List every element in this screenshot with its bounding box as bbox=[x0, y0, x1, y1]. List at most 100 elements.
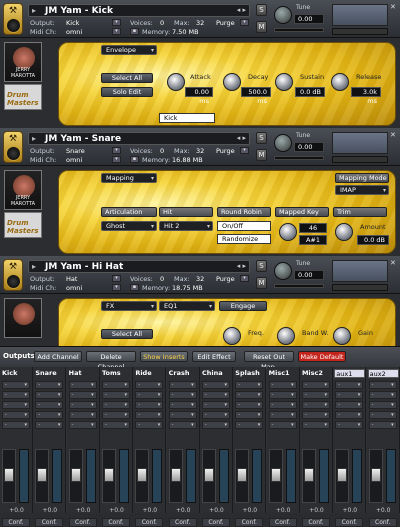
insert-slot[interactable]: - bbox=[235, 401, 264, 409]
insert-slot[interactable]: - bbox=[335, 411, 364, 419]
midi-value[interactable]: omni bbox=[66, 284, 82, 292]
page-selector[interactable]: Mapping ▾ bbox=[101, 173, 157, 183]
fx-type-select[interactable]: EQ1 ▾ bbox=[159, 301, 215, 311]
insert-slot[interactable]: - bbox=[235, 381, 264, 389]
decay-value[interactable]: 500.0 ms bbox=[241, 87, 271, 105]
insert-slot[interactable]: - bbox=[168, 411, 197, 419]
insert-slot[interactable]: - bbox=[135, 411, 164, 419]
config-button[interactable]: Conf. bbox=[2, 518, 30, 527]
config-button[interactable]: Conf. bbox=[101, 518, 130, 527]
insert-slot[interactable]: - bbox=[2, 391, 30, 399]
config-button[interactable]: Conf. bbox=[335, 518, 364, 527]
channel-name[interactable]: aux1 bbox=[334, 369, 366, 378]
output-value[interactable]: Kick bbox=[66, 19, 79, 27]
tune-knob[interactable] bbox=[274, 134, 292, 152]
edit-effect-button[interactable]: Edit Effect bbox=[192, 351, 236, 362]
config-button[interactable]: Conf. bbox=[368, 518, 397, 527]
midi-dropdown-icon[interactable]: ▾ bbox=[112, 284, 121, 291]
insert-slot[interactable]: - bbox=[168, 381, 197, 389]
solo-button[interactable]: S bbox=[256, 132, 267, 144]
insert-slot[interactable]: - bbox=[35, 401, 64, 409]
insert-slot[interactable]: - bbox=[2, 401, 30, 409]
insert-slot[interactable]: - bbox=[268, 421, 297, 429]
band-width-knob[interactable] bbox=[277, 327, 295, 345]
instrument-title-bar[interactable]: ▸ JM Yam - Hi Hat ◂ ▸ bbox=[28, 260, 250, 273]
sustain-value[interactable]: 0.0 dB bbox=[295, 87, 325, 97]
release-value[interactable]: 3.0k ms bbox=[351, 87, 381, 105]
insert-slot[interactable]: - bbox=[235, 391, 264, 399]
trim-knob[interactable] bbox=[335, 223, 353, 241]
midi-value[interactable]: omni bbox=[66, 28, 82, 36]
attack-value[interactable]: 0.00 ms bbox=[185, 87, 213, 105]
release-knob[interactable] bbox=[331, 73, 349, 91]
fader-cap[interactable] bbox=[170, 468, 181, 482]
round-robin-toggle[interactable]: On/Off bbox=[217, 221, 271, 231]
trim-value[interactable]: 0.0 dB bbox=[357, 235, 389, 245]
output-dropdown-icon[interactable]: ▾ bbox=[112, 19, 121, 26]
solo-edit-button[interactable]: Solo Edit bbox=[101, 87, 153, 97]
close-icon[interactable]: ✕ bbox=[390, 3, 398, 11]
midi-dropdown-icon[interactable]: ▾ bbox=[112, 28, 121, 35]
insert-slot[interactable]: - bbox=[368, 411, 397, 419]
insert-slot[interactable]: - bbox=[335, 401, 364, 409]
purge-button[interactable]: Purge bbox=[216, 19, 235, 27]
insert-slot[interactable]: - bbox=[301, 411, 330, 419]
select-all-button[interactable]: Select All bbox=[101, 73, 153, 83]
mute-button[interactable]: M bbox=[256, 21, 267, 33]
fader-cap[interactable] bbox=[337, 468, 348, 482]
delete-channel-button[interactable]: Delete Channel bbox=[86, 351, 136, 371]
freq-knob[interactable] bbox=[223, 327, 241, 345]
insert-slot[interactable]: - bbox=[235, 411, 264, 419]
insert-slot[interactable]: - bbox=[101, 401, 130, 409]
config-button[interactable]: Conf. bbox=[201, 518, 230, 527]
insert-slot[interactable]: - bbox=[368, 391, 397, 399]
channel-name[interactable]: aux2 bbox=[367, 369, 399, 378]
articulation-select[interactable]: Ghost ▾ bbox=[101, 221, 157, 231]
volume-fader[interactable] bbox=[201, 449, 216, 503]
insert-slot[interactable]: - bbox=[2, 411, 30, 419]
config-button[interactable]: Conf. bbox=[35, 518, 64, 527]
insert-slot[interactable]: - bbox=[335, 391, 364, 399]
fader-cap[interactable] bbox=[137, 468, 148, 482]
page-selector[interactable]: Envelope ▾ bbox=[101, 45, 157, 55]
config-button[interactable]: Conf. bbox=[235, 518, 264, 527]
tune-value[interactable]: 0.00 bbox=[294, 270, 324, 280]
instrument-title-bar[interactable]: ▸ JM Yam - Snare ◂ ▸ bbox=[28, 132, 250, 145]
insert-slot[interactable]: - bbox=[135, 381, 164, 389]
config-button[interactable]: Conf. bbox=[68, 518, 97, 527]
fader-cap[interactable] bbox=[203, 468, 214, 482]
purge-button[interactable]: Purge bbox=[216, 275, 235, 283]
volume-fader[interactable] bbox=[168, 449, 183, 503]
insert-slot[interactable]: - bbox=[368, 401, 397, 409]
volume-fader[interactable] bbox=[235, 449, 250, 503]
max-value[interactable]: 32 bbox=[196, 147, 204, 155]
mapped-key-value[interactable]: 46 bbox=[299, 223, 327, 233]
volume-fader[interactable] bbox=[335, 449, 350, 503]
volume-fader[interactable] bbox=[2, 449, 16, 503]
insert-slot[interactable]: - bbox=[101, 421, 130, 429]
insert-slot[interactable]: - bbox=[301, 381, 330, 389]
sustain-knob[interactable] bbox=[275, 73, 293, 91]
make-default-button[interactable]: Make Default bbox=[298, 351, 346, 362]
insert-slot[interactable]: - bbox=[68, 401, 97, 409]
instrument-title-bar[interactable]: ▸ JM Yam - Kick ◂ ▸ bbox=[28, 4, 250, 17]
fader-cap[interactable] bbox=[37, 468, 48, 482]
show-inserts-button[interactable]: Show Inserts bbox=[140, 351, 188, 362]
fader-cap[interactable] bbox=[4, 468, 14, 482]
config-button[interactable]: Conf. bbox=[135, 518, 164, 527]
insert-slot[interactable]: - bbox=[335, 421, 364, 429]
mapped-key-knob[interactable] bbox=[279, 223, 297, 241]
output-dropdown-icon[interactable]: ▾ bbox=[112, 275, 121, 282]
mute-button[interactable]: M bbox=[256, 149, 267, 161]
insert-slot[interactable]: - bbox=[2, 421, 30, 429]
expand-icon[interactable]: ▸ bbox=[32, 134, 36, 143]
volume-fader[interactable] bbox=[368, 449, 383, 503]
insert-slot[interactable]: - bbox=[301, 401, 330, 409]
insert-slot[interactable]: - bbox=[68, 381, 97, 389]
nav-arrows-icon[interactable]: ◂ ▸ bbox=[237, 6, 246, 14]
decay-knob[interactable] bbox=[223, 73, 241, 91]
engage-button[interactable]: Engage bbox=[219, 301, 267, 311]
volume-fader[interactable] bbox=[268, 449, 283, 503]
slot-name-field[interactable]: Kick bbox=[159, 113, 215, 123]
close-icon[interactable]: ✕ bbox=[390, 259, 398, 267]
